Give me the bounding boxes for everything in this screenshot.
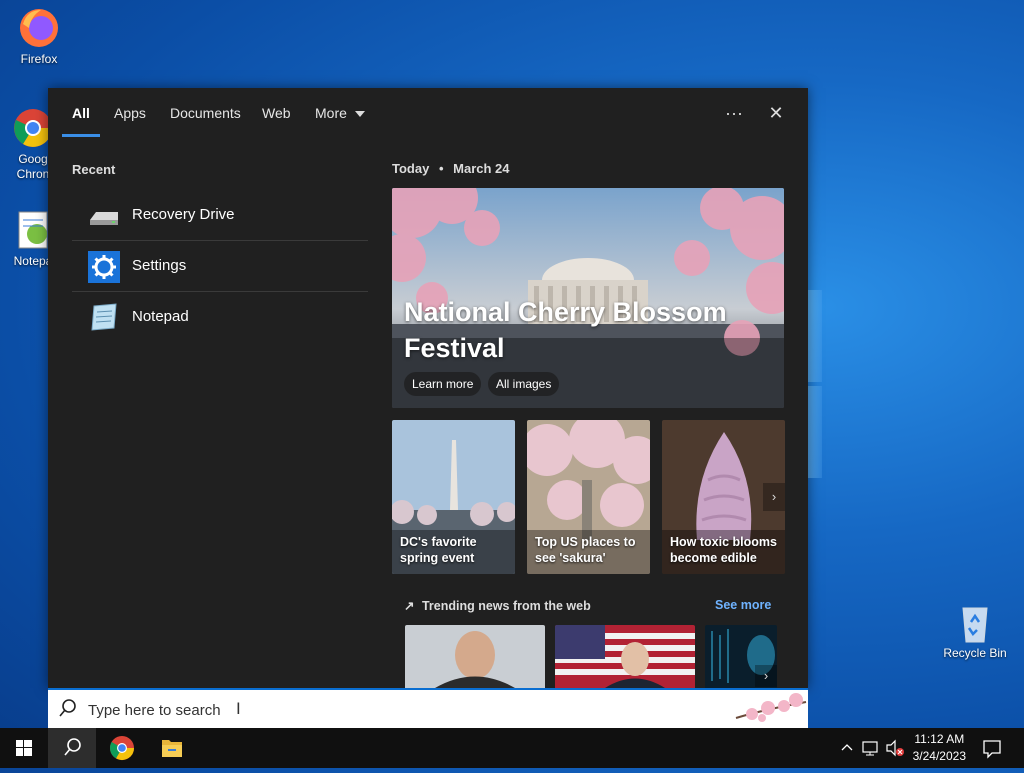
search-icon	[58, 698, 78, 723]
trending-image-flag	[555, 625, 695, 688]
tab-documents[interactable]: Documents	[170, 105, 241, 121]
recent-item-notepad[interactable]: Notepad	[72, 292, 368, 342]
active-tab-indicator	[62, 134, 100, 137]
tab-all[interactable]: All	[72, 105, 90, 121]
desktop-icon-recycle-bin[interactable]: Recycle Bin	[938, 600, 1012, 660]
news-card[interactable]: Top US places to see 'sakura'	[527, 420, 650, 574]
recent-item-label: Settings	[132, 257, 187, 274]
system-clock[interactable]: 11:12 AM 3/24/2023	[913, 731, 966, 765]
trending-thumbnail[interactable]	[405, 625, 545, 688]
wallpaper-beam	[808, 386, 822, 478]
trending-title: Trending news from the web	[421, 599, 591, 613]
trending-thumbnail[interactable]	[555, 625, 695, 688]
search-icon	[64, 738, 81, 756]
taskbar-chrome-button[interactable]	[98, 728, 146, 768]
search-panel: All Apps Documents Web More ··· ✕ Recent…	[48, 88, 808, 688]
news-card[interactable]: DC's favorite spring event	[392, 420, 515, 574]
search-box: I	[48, 688, 808, 728]
desktop-icon-label: Firefox	[20, 52, 58, 66]
chrome-icon	[109, 736, 134, 761]
today-heading: Today • March 24	[392, 161, 510, 176]
today-separator: •	[438, 161, 444, 176]
trending-up-icon: ↗	[404, 599, 415, 613]
chevron-right-icon[interactable]: ›	[755, 665, 777, 687]
notepad-icon	[88, 302, 120, 332]
desktop-icon-firefox[interactable]: Firefox	[4, 6, 74, 66]
taskbar: 11:12 AM 3/24/2023	[0, 728, 1024, 768]
see-more-link[interactable]: See more	[715, 598, 771, 612]
tab-more-label: More	[315, 105, 347, 121]
clock-date: 3/24/2023	[912, 749, 966, 763]
windows-logo-icon	[16, 740, 32, 756]
start-button[interactable]	[0, 728, 48, 768]
news-card[interactable]: How toxic blooms become edible ›	[662, 420, 785, 574]
trending-heading: ↗ Trending news from the web	[404, 598, 591, 613]
volume-muted-icon[interactable]	[884, 728, 908, 768]
card-label: DC's favorite spring event	[400, 535, 477, 565]
tab-more[interactable]: More	[315, 105, 365, 121]
taskbar-file-explorer-button[interactable]	[148, 728, 196, 768]
chevron-right-icon[interactable]: ›	[763, 483, 785, 511]
text-cursor-icon: I	[236, 699, 241, 718]
recycle-bin-icon	[953, 600, 997, 644]
folder-icon	[162, 740, 182, 757]
trending-image-person	[405, 625, 545, 688]
more-options-icon[interactable]: ···	[720, 100, 748, 126]
today-date: March 24	[453, 161, 510, 176]
recent-item-settings[interactable]: Settings	[72, 241, 368, 292]
drive-icon	[88, 200, 120, 230]
recent-heading: Recent	[72, 162, 116, 177]
today-label: Today	[392, 161, 430, 176]
search-tabs: All Apps Documents Web More ··· ✕	[48, 88, 808, 138]
notifications-icon[interactable]	[980, 728, 1004, 768]
learn-more-button[interactable]: Learn more	[404, 372, 482, 396]
tab-apps[interactable]: Apps	[114, 105, 146, 121]
hero-card[interactable]: National Cherry Blossom Festival Learn m…	[392, 188, 784, 408]
close-icon[interactable]: ✕	[762, 100, 790, 126]
taskbar-search-button[interactable]	[48, 728, 96, 768]
card-label: How toxic blooms become edible	[670, 535, 777, 565]
chevron-up-icon[interactable]	[838, 728, 856, 768]
gear-icon	[88, 251, 120, 283]
caret-down-icon	[354, 111, 365, 118]
cherry-blossom-decoration	[735, 693, 807, 722]
recent-item-label: Recovery Drive	[132, 206, 235, 223]
recent-item-label: Notepad	[132, 308, 189, 325]
tab-web[interactable]: Web	[262, 105, 291, 121]
desktop-icon-label: Recycle Bin	[943, 646, 1007, 660]
search-input[interactable]	[86, 698, 690, 722]
card-label: Top US places to see 'sakura'	[535, 535, 636, 565]
firefox-icon	[17, 6, 61, 50]
clock-time: 11:12 AM	[914, 732, 965, 746]
all-images-button[interactable]: All images	[488, 372, 560, 396]
wallpaper-beam	[808, 290, 822, 382]
trending-thumbnail[interactable]: ›	[705, 625, 777, 688]
hero-title: National Cherry Blossom Festival	[404, 297, 727, 363]
recent-item-recovery-drive[interactable]: Recovery Drive	[72, 190, 368, 241]
network-icon[interactable]	[860, 728, 882, 768]
